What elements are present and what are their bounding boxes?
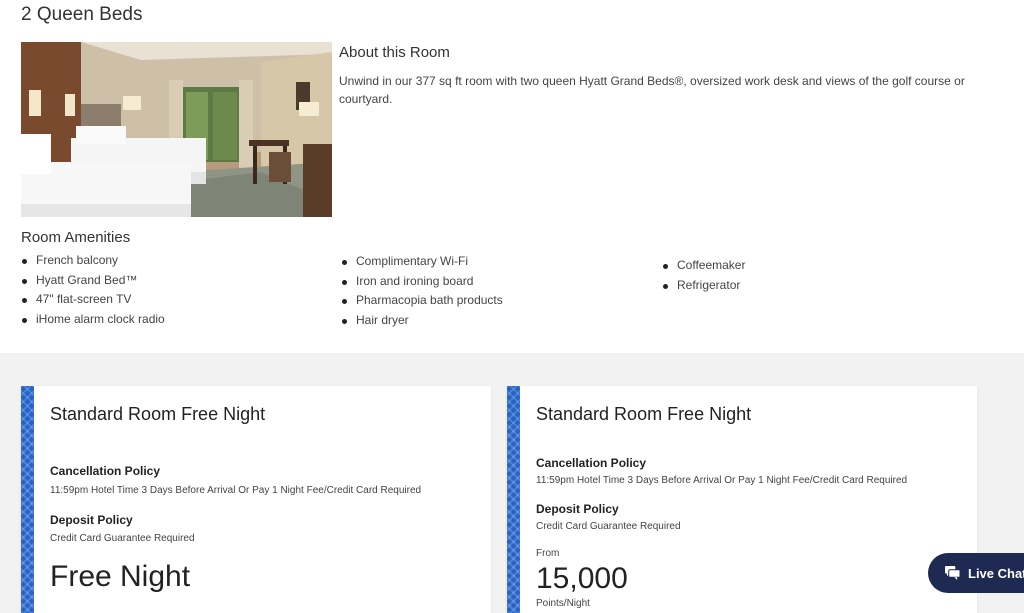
amenity-item: Hair dryer xyxy=(341,311,503,331)
about-room-description: Unwind in our 377 sq ft room with two qu… xyxy=(339,74,965,106)
deposit-policy-text: Credit Card Guarantee Required xyxy=(50,533,195,544)
from-label: From xyxy=(536,548,560,559)
cancellation-policy-text: 11:59pm Hotel Time 3 Days Before Arrival… xyxy=(50,485,422,496)
cancellation-policy-label: Cancellation Policy xyxy=(536,456,647,470)
deposit-policy-label: Deposit Policy xyxy=(50,513,133,527)
rate-card-accent-stripe xyxy=(21,386,34,613)
deposit-policy-text: Credit Card Guarantee Required xyxy=(536,521,681,532)
live-chat-button[interactable]: Live Chat xyxy=(928,553,1024,593)
room-details-section: 2 Queen Beds About this Room Unwind in o… xyxy=(0,0,1024,353)
deposit-policy-label: Deposit Policy xyxy=(536,502,619,516)
chat-bubble-icon xyxy=(945,566,960,580)
rate-card-free-night[interactable]: Standard Room Free Night Cancellation Po… xyxy=(21,386,491,613)
amenity-item: Coffeemaker xyxy=(662,256,745,276)
amenities-list-col3: Coffeemaker Refrigerator xyxy=(662,256,745,295)
amenity-item: Hyatt Grand Bed™ xyxy=(21,271,165,291)
live-chat-label: Live Chat xyxy=(968,565,1024,581)
rate-card-points[interactable]: Standard Room Free Night Cancellation Po… xyxy=(507,386,977,613)
amenities-list-col2: Complimentary Wi-Fi Iron and ironing boa… xyxy=(341,252,503,331)
amenity-item: Refrigerator xyxy=(662,276,745,296)
cancellation-policy-text: 11:59pm Hotel Time 3 Days Before Arrival… xyxy=(536,475,908,486)
amenity-item: Pharmacopia bath products xyxy=(341,291,503,311)
amenity-item: French balcony xyxy=(21,251,165,271)
cancellation-policy-label: Cancellation Policy xyxy=(50,464,161,478)
amenity-item: Iron and ironing board xyxy=(341,272,503,292)
amenity-item: 47" flat-screen TV xyxy=(21,290,165,310)
rate-price: Free Night xyxy=(50,560,191,593)
rate-title: Standard Room Free Night xyxy=(50,404,266,424)
rate-card-accent-stripe xyxy=(507,386,520,613)
amenity-item: Complimentary Wi-Fi xyxy=(341,252,503,272)
points-unit: Points/Night xyxy=(536,598,590,609)
about-room-heading: About this Room xyxy=(339,44,450,61)
amenities-list-col1: French balcony Hyatt Grand Bed™ 47" flat… xyxy=(21,251,165,330)
rate-title: Standard Room Free Night xyxy=(536,404,752,424)
room-photo[interactable] xyxy=(21,42,332,217)
amenities-heading: Room Amenities xyxy=(21,229,131,246)
points-price: 15,000 xyxy=(536,562,628,595)
amenity-item: iHome alarm clock radio xyxy=(21,310,165,330)
room-title: 2 Queen Beds xyxy=(21,4,143,25)
